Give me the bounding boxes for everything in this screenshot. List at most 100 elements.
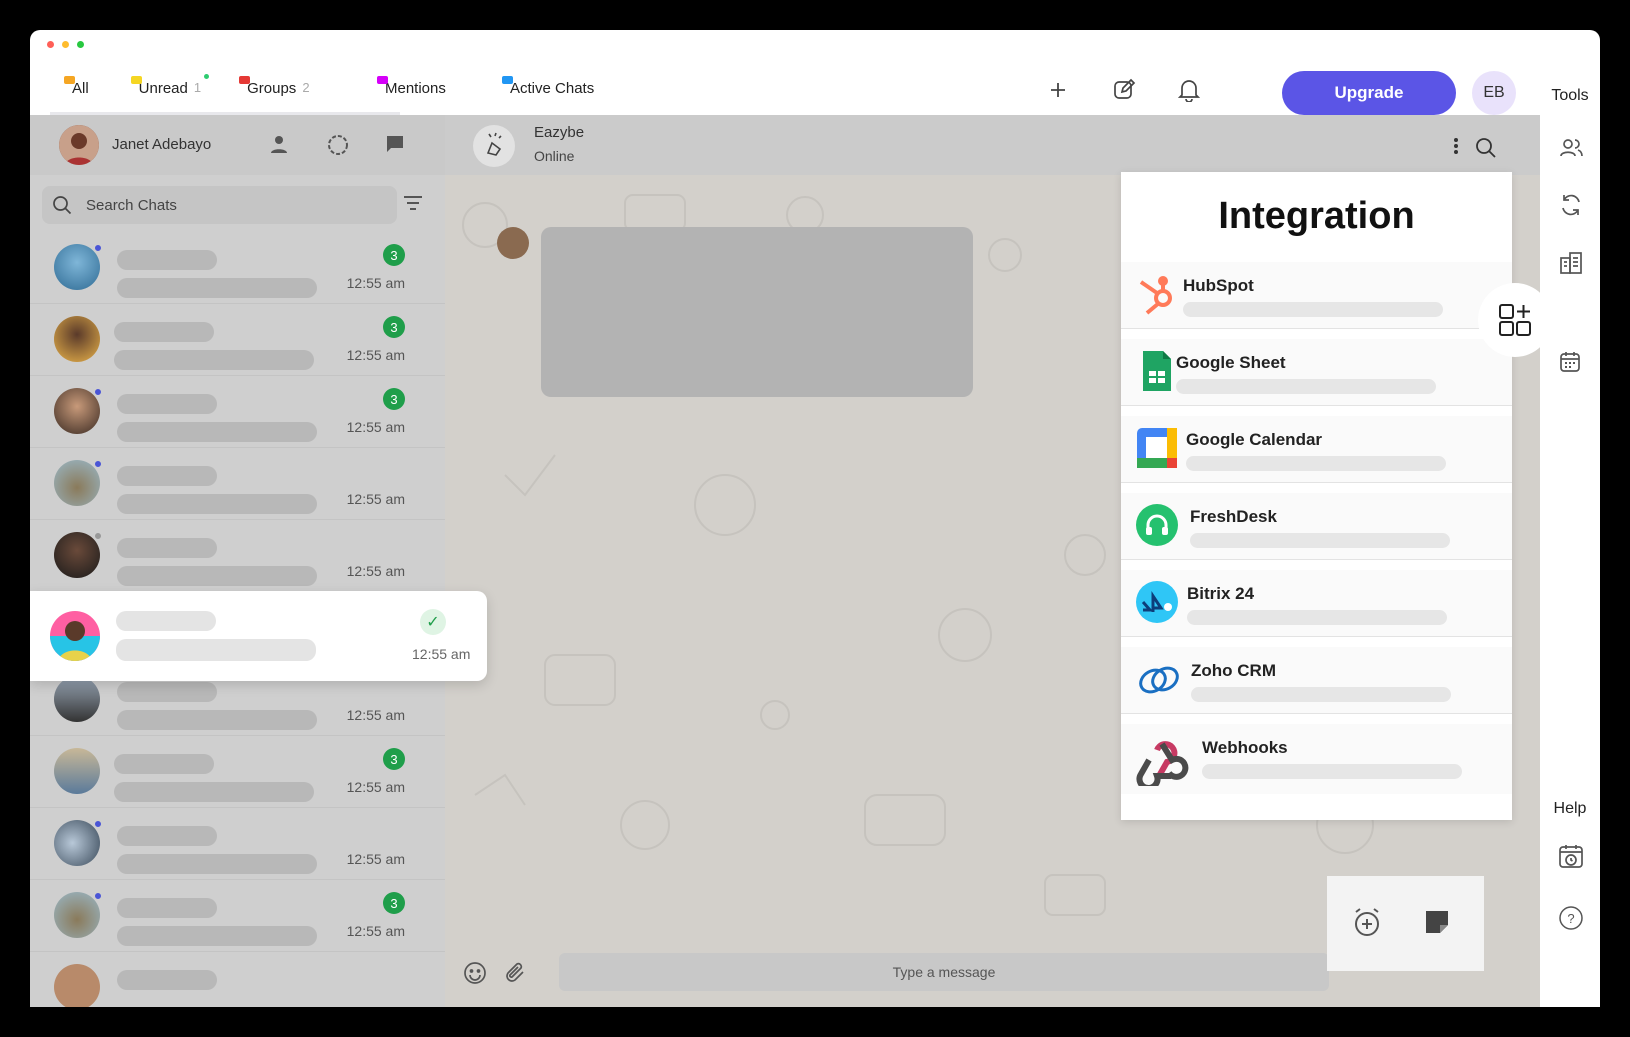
integration-name: Webhooks bbox=[1202, 738, 1288, 757]
name-skeleton bbox=[116, 611, 216, 631]
chat-row[interactable]: 3 12:55 am bbox=[30, 376, 445, 448]
emoji-icon[interactable] bbox=[463, 961, 487, 990]
profile-header: Janet Adebayo bbox=[30, 115, 445, 175]
name-skeleton bbox=[117, 394, 217, 414]
message-skeleton bbox=[117, 566, 317, 586]
close-window-button[interactable] bbox=[47, 41, 54, 48]
selected-chat-card[interactable]: ✓ 12:55 am bbox=[30, 591, 487, 681]
contact-avatar[interactable] bbox=[473, 125, 515, 167]
search-icon[interactable] bbox=[1475, 137, 1497, 164]
minimize-window-button[interactable] bbox=[62, 41, 69, 48]
profile-name: Janet Adebayo bbox=[112, 136, 212, 153]
chat-row[interactable]: 3 12:55 am bbox=[30, 880, 445, 952]
users-icon[interactable] bbox=[1558, 135, 1584, 161]
bell-icon[interactable] bbox=[1175, 76, 1203, 104]
contact-status: Online bbox=[534, 148, 575, 164]
chat-row[interactable]: 3 12:55 am bbox=[30, 304, 445, 376]
contact-avatar bbox=[54, 532, 100, 578]
integration-skeleton bbox=[1187, 610, 1447, 625]
chat-time: 12:55 am bbox=[346, 851, 405, 867]
building-icon[interactable] bbox=[1558, 250, 1584, 276]
unread-badge: 3 bbox=[383, 748, 405, 770]
chat-row[interactable]: 12:55 am bbox=[30, 448, 445, 520]
search-input[interactable]: Search Chats bbox=[42, 186, 397, 224]
tab-count: 2 bbox=[302, 80, 310, 95]
chat-list-pane: Janet Adebayo Search Chats 3 12:55 am 3 … bbox=[30, 115, 445, 1007]
integration-zoho-crm[interactable]: Zoho CRM bbox=[1121, 647, 1512, 714]
message-icon[interactable] bbox=[384, 133, 406, 155]
google-sheet-icon bbox=[1135, 349, 1179, 393]
tab-label: Active Chats bbox=[510, 80, 595, 97]
window-controls bbox=[47, 41, 84, 48]
message-skeleton bbox=[117, 422, 317, 442]
tab-mentions[interactable]: Mentions bbox=[377, 70, 446, 97]
chat-row[interactable]: 12:55 am bbox=[30, 520, 445, 592]
chat-time: 12:55 am bbox=[346, 491, 405, 507]
chat-row[interactable]: 12:55 am bbox=[30, 808, 445, 880]
contact-avatar bbox=[54, 820, 100, 866]
contact-avatar bbox=[54, 892, 100, 938]
help-icon[interactable]: ? bbox=[1558, 905, 1584, 931]
tab-groups[interactable]: Groups 2 bbox=[239, 70, 310, 112]
contact-avatar bbox=[50, 611, 100, 661]
flag-icon bbox=[64, 76, 75, 84]
integrations-tool-button[interactable] bbox=[1480, 285, 1550, 355]
unread-dot bbox=[204, 74, 210, 79]
compose-icon[interactable] bbox=[1110, 76, 1138, 104]
integration-skeleton bbox=[1190, 533, 1450, 548]
chat-row[interactable] bbox=[30, 952, 445, 1007]
contact-name: Eazybe bbox=[534, 124, 585, 141]
integration-freshdesk[interactable]: FreshDesk bbox=[1121, 493, 1512, 560]
chat-time: 12:55 am bbox=[346, 563, 405, 579]
integration-skeleton bbox=[1183, 302, 1443, 317]
integration-bitrix24[interactable]: Bitrix 24 bbox=[1121, 570, 1512, 637]
profile-avatar[interactable] bbox=[59, 125, 99, 165]
calendar-clock-icon[interactable] bbox=[1558, 843, 1584, 869]
contact-avatar bbox=[54, 460, 100, 506]
integration-hubspot[interactable]: HubSpot bbox=[1121, 262, 1512, 329]
more-options-icon[interactable] bbox=[1453, 137, 1459, 160]
chat-time: 12:55 am bbox=[346, 275, 405, 291]
maximize-window-button[interactable] bbox=[77, 41, 84, 48]
unread-badge: 3 bbox=[383, 388, 405, 410]
integration-skeleton bbox=[1191, 687, 1451, 702]
integration-name: FreshDesk bbox=[1190, 507, 1277, 526]
name-skeleton bbox=[114, 322, 214, 342]
message-input[interactable]: Type a message bbox=[559, 953, 1329, 991]
status-refresh-icon[interactable] bbox=[326, 133, 348, 155]
user-icon[interactable] bbox=[268, 133, 290, 155]
calendar-grid-icon[interactable] bbox=[1558, 350, 1584, 376]
integration-name: Zoho CRM bbox=[1191, 661, 1276, 680]
note-icon[interactable] bbox=[1423, 908, 1451, 941]
chat-time: 12:55 am bbox=[346, 923, 405, 939]
tab-unread[interactable]: Unread 1 bbox=[130, 70, 210, 112]
chat-filter-tabs: All Unread 1 Groups 2 bbox=[50, 70, 400, 118]
flag-icon bbox=[130, 76, 142, 84]
chat-row[interactable]: 3 12:55 am bbox=[30, 736, 445, 808]
sync-icon[interactable] bbox=[1558, 192, 1584, 218]
message-skeleton bbox=[117, 278, 317, 298]
message-bubble[interactable] bbox=[541, 227, 973, 397]
quick-actions-box bbox=[1327, 876, 1484, 971]
integration-name: Google Calendar bbox=[1186, 430, 1323, 449]
svg-text:?: ? bbox=[1567, 911, 1574, 926]
integration-webhooks[interactable]: Webhooks bbox=[1121, 724, 1512, 794]
filter-icon[interactable] bbox=[403, 195, 423, 216]
chat-time: 12:55 am bbox=[346, 347, 405, 363]
alarm-add-icon[interactable] bbox=[1351, 906, 1383, 943]
plus-icon[interactable] bbox=[1044, 76, 1072, 104]
attach-icon[interactable] bbox=[503, 961, 527, 990]
upgrade-button[interactable]: Upgrade bbox=[1282, 71, 1456, 115]
integration-panel: Integration HubSpot Google Sheet Google … bbox=[1121, 172, 1512, 820]
integration-google-sheet[interactable]: Google Sheet bbox=[1121, 339, 1512, 406]
integration-google-calendar[interactable]: Google Calendar bbox=[1121, 416, 1512, 483]
chat-row[interactable]: 3 12:55 am bbox=[30, 232, 445, 304]
name-skeleton bbox=[117, 538, 217, 558]
message-skeleton bbox=[116, 639, 316, 661]
presence-dot bbox=[94, 892, 102, 900]
user-avatar[interactable]: EB bbox=[1472, 71, 1516, 115]
contact-avatar bbox=[54, 316, 100, 362]
contact-avatar bbox=[54, 748, 100, 794]
tab-all[interactable]: All bbox=[64, 70, 112, 118]
tab-active-chats[interactable]: Active Chats bbox=[502, 70, 595, 97]
